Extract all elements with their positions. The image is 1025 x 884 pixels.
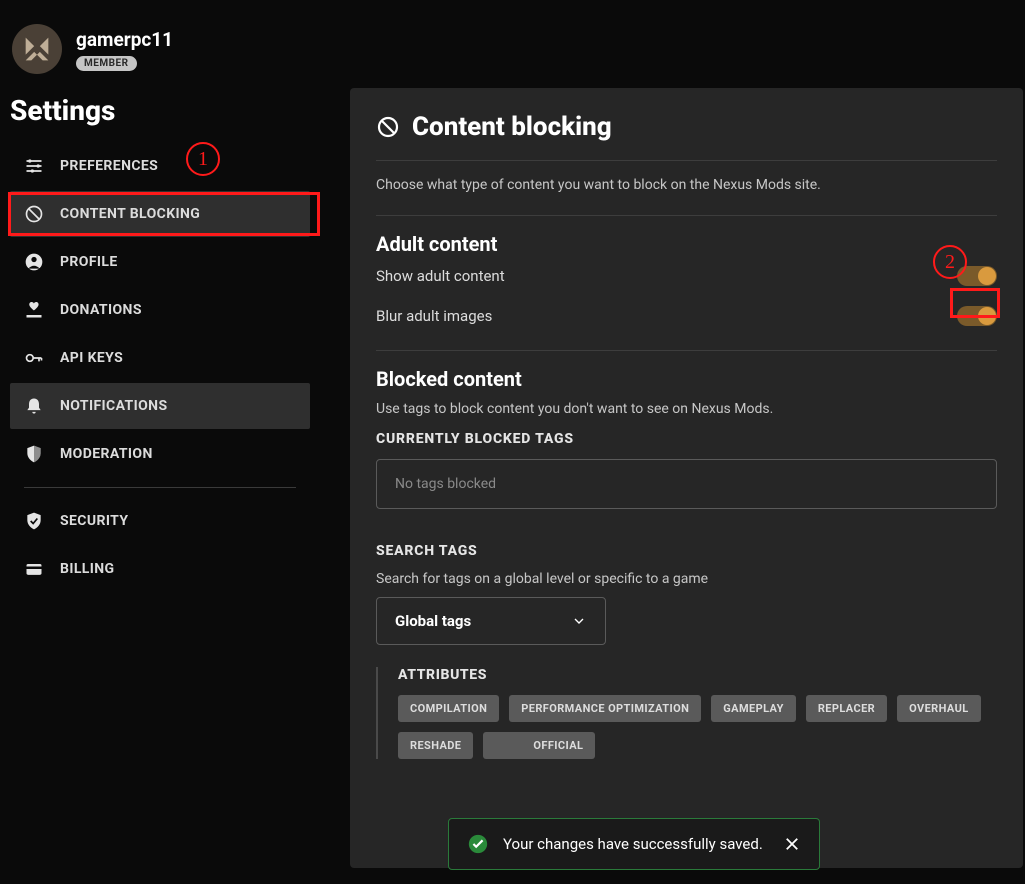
tag-compilation[interactable]: COMPILATION [398, 695, 499, 722]
annotation-box-1 [8, 192, 320, 236]
sidebar-item-label: PREFERENCES [60, 158, 158, 174]
user-header: gamerpc11 MEMBER [0, 0, 1025, 84]
user-meta: gamerpc11 MEMBER [76, 28, 173, 71]
sidebar-item-billing[interactable]: BILLING [10, 546, 310, 592]
row-blur-adult: Blur adult images [376, 296, 997, 336]
divider [376, 160, 997, 161]
search-tags-desc: Search for tags on a global level or spe… [376, 571, 997, 587]
bell-icon [24, 396, 44, 416]
blocked-desc: Use tags to block content you don't want… [376, 401, 997, 417]
adult-content-title: Adult content [376, 232, 997, 256]
avatar[interactable] [12, 24, 62, 74]
sidebar-item-label: MODERATION [60, 446, 153, 462]
search-tags-heading: SEARCH TAGS [376, 543, 997, 559]
attributes-block: ATTRIBUTES COMPILATION PERFORMANCE OPTIM… [376, 667, 997, 759]
close-icon[interactable] [783, 835, 801, 853]
sidebar-item-donations[interactable]: DONATIONS [10, 287, 310, 333]
chevron-down-icon [571, 613, 587, 629]
attributes-title: ATTRIBUTES [398, 667, 997, 683]
block-icon [376, 115, 400, 139]
blur-adult-label: Blur adult images [376, 307, 492, 325]
key-icon [24, 348, 44, 368]
sidebar-item-security[interactable]: SECURITY [10, 498, 310, 544]
title-text: Content blocking [412, 112, 612, 142]
sliders-icon [24, 156, 44, 176]
sidebar-item-profile[interactable]: PROFILE [10, 239, 310, 285]
sidebar-item-label: API KEYS [60, 350, 123, 366]
annotation-marker-1: 1 [186, 142, 220, 176]
sidebar-item-label: DONATIONS [60, 302, 142, 318]
sidebar-item-moderation[interactable]: MODERATION [10, 431, 310, 477]
toast-success: Your changes have successfully saved. [448, 818, 820, 870]
tag-scope-select[interactable]: Global tags [376, 597, 606, 645]
currently-blocked-heading: CURRENTLY BLOCKED TAGS [376, 431, 997, 447]
tag-official[interactable]: OFFICIAL [483, 732, 595, 759]
page-description: Choose what type of content you want to … [376, 177, 997, 193]
check-circle-icon [467, 833, 489, 855]
shield-check-icon [24, 511, 44, 531]
nav-divider [24, 487, 296, 488]
show-adult-label: Show adult content [376, 267, 505, 285]
sidebar-item-preferences[interactable]: PREFERENCES [10, 143, 310, 189]
content-blocking-title: Content blocking [376, 112, 997, 154]
shield-icon [24, 444, 44, 464]
blocked-tags-box[interactable]: No tags blocked [376, 459, 997, 509]
toast-text: Your changes have successfully saved. [503, 835, 763, 853]
sidebar-item-label: BILLING [60, 561, 115, 577]
sidebar-item-label: SECURITY [60, 513, 128, 529]
row-show-adult: Show adult content [376, 256, 997, 296]
tag-gameplay[interactable]: GAMEPLAY [711, 695, 796, 722]
tag-reshade[interactable]: RESHADE [398, 732, 473, 759]
toggle-knob [978, 267, 996, 285]
tag-overhaul[interactable]: OVERHAUL [897, 695, 980, 722]
annotation-marker-2: 2 [933, 245, 967, 279]
heart-hand-icon [24, 300, 44, 320]
annotation-box-2 [950, 288, 1000, 318]
divider [376, 350, 997, 351]
page-heading: Settings [10, 94, 310, 127]
sidebar-item-api-keys[interactable]: API KEYS [10, 335, 310, 381]
user-icon [24, 252, 44, 272]
divider [376, 215, 997, 216]
tag-performance[interactable]: PERFORMANCE OPTIMIZATION [509, 695, 701, 722]
tag-replacer[interactable]: REPLACER [806, 695, 887, 722]
blocked-content-title: Blocked content [376, 367, 997, 391]
sidebar-item-notifications[interactable]: NOTIFICATIONS [10, 383, 310, 429]
member-badge: MEMBER [76, 56, 137, 71]
username: gamerpc11 [76, 28, 173, 51]
sidebar-item-label: NOTIFICATIONS [60, 398, 167, 414]
sidebar-item-label: PROFILE [60, 254, 118, 270]
avatar-icon [20, 32, 54, 66]
select-value: Global tags [395, 612, 471, 630]
attribute-tags: COMPILATION PERFORMANCE OPTIMIZATION GAM… [398, 695, 997, 759]
main-panel: Content blocking Choose what type of con… [350, 88, 1023, 868]
card-icon [24, 559, 44, 579]
